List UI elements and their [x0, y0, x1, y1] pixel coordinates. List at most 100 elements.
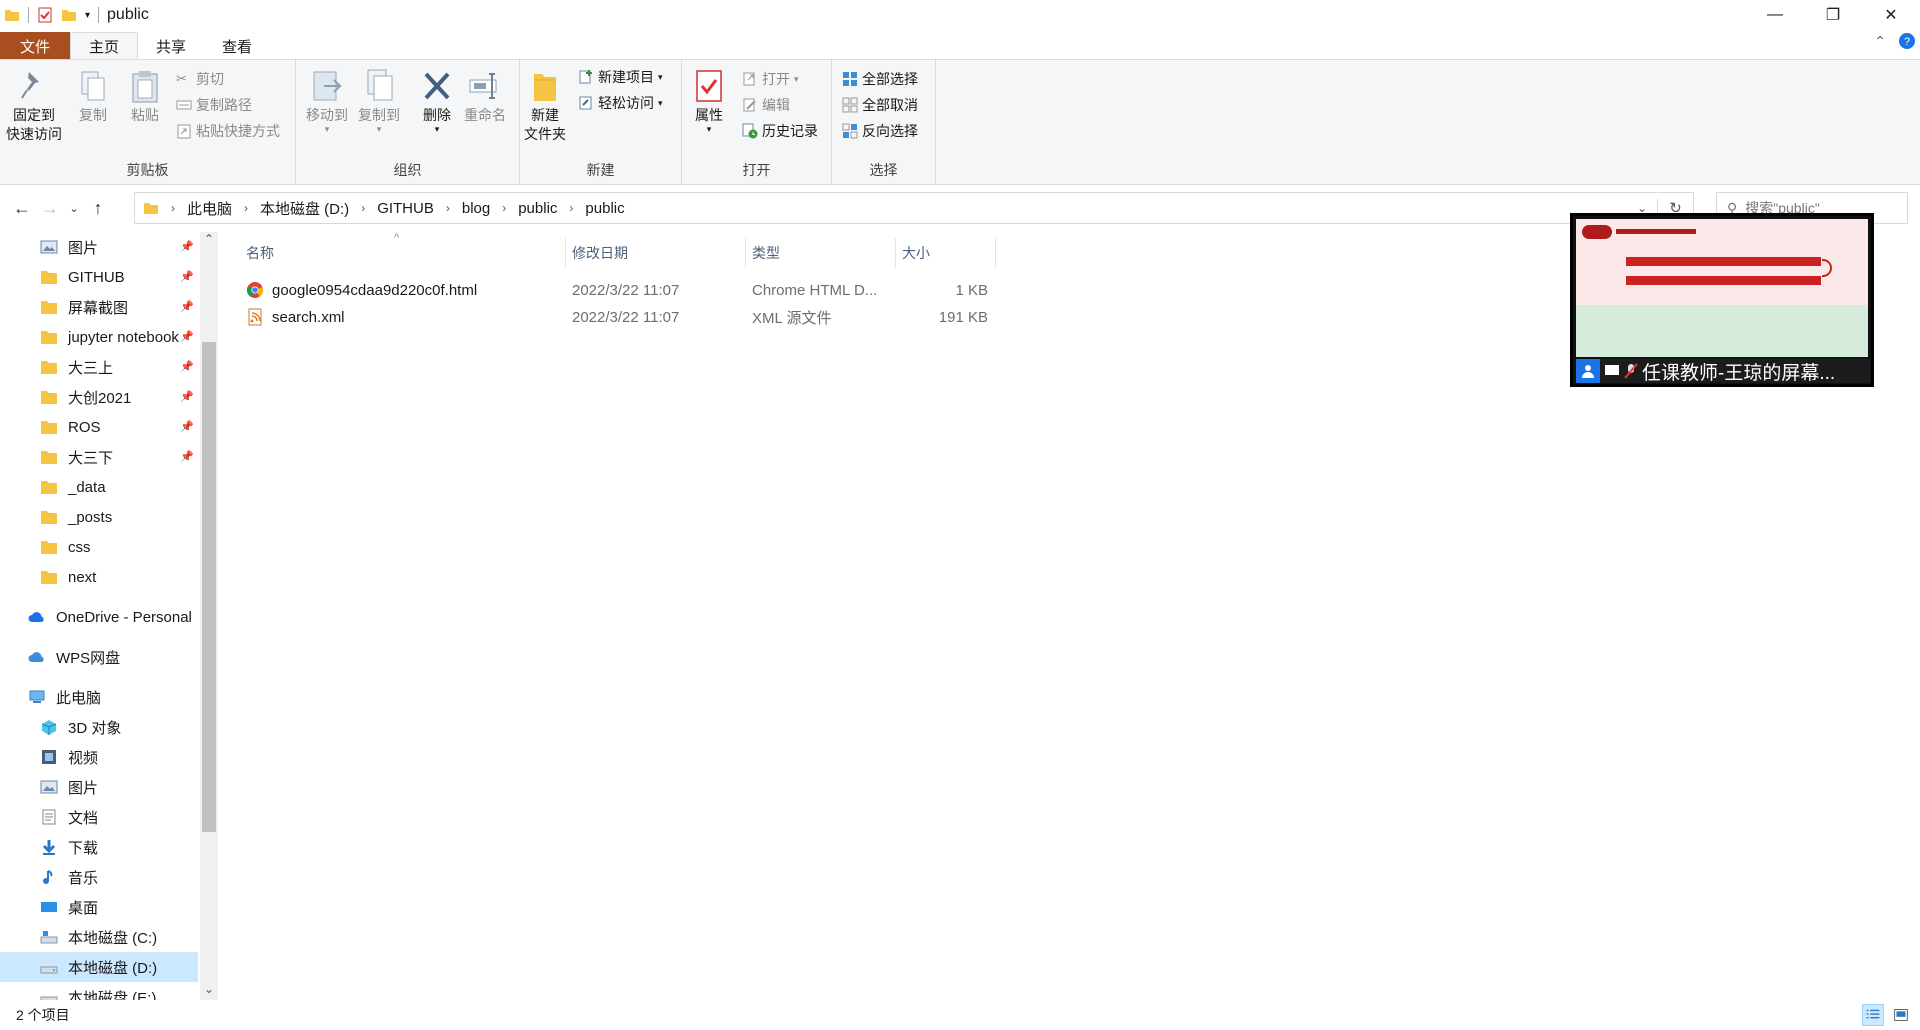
- sidebar-item-wps[interactable]: WPS网盘: [0, 642, 200, 672]
- sidebar-item-css[interactable]: css: [0, 532, 200, 562]
- sidebar-scrollbar[interactable]: ⌃ ⌄: [200, 232, 218, 1000]
- scrollbar-thumb[interactable]: [202, 342, 216, 832]
- collapse-ribbon-icon[interactable]: ⌃: [1874, 33, 1886, 50]
- pin-icon[interactable]: 📌: [180, 240, 194, 253]
- sidebar-item-desktop[interactable]: 桌面: [0, 892, 200, 922]
- pin-icon[interactable]: 📌: [180, 360, 194, 373]
- sidebar-item-documents[interactable]: 文档: [0, 802, 200, 832]
- select-none-button[interactable]: 全部取消: [842, 94, 918, 116]
- pin-icon[interactable]: 📌: [180, 390, 194, 403]
- history-button[interactable]: 历史记录: [742, 120, 818, 142]
- sidebar-item-onedrive[interactable]: OneDrive - Personal: [0, 602, 200, 632]
- properties-button[interactable]: 属性 ▾: [692, 68, 726, 134]
- rename-button[interactable]: 重命名: [464, 68, 506, 125]
- new-item-button[interactable]: 新建项目 ▾: [578, 66, 663, 88]
- pin-icon[interactable]: 📌: [180, 450, 194, 463]
- tab-view[interactable]: 查看: [204, 32, 270, 60]
- details-view-icon[interactable]: [1862, 1004, 1884, 1026]
- sidebar-item-drive-d[interactable]: 本地磁盘 (D:): [0, 952, 198, 982]
- pin-icon[interactable]: 📌: [180, 300, 194, 313]
- breadcrumb-this-pc[interactable]: 此电脑: [187, 198, 232, 219]
- sidebar-item-pictures-pc[interactable]: 图片: [0, 772, 200, 802]
- sidebar-item-label: WPS网盘: [56, 649, 121, 667]
- sidebar-item-label: 本地磁盘 (C:): [68, 929, 158, 947]
- column-header-size[interactable]: 大小: [896, 238, 996, 268]
- column-header-name[interactable]: 名称 ^: [240, 232, 566, 268]
- paste-button[interactable]: 粘贴: [128, 68, 162, 125]
- sidebar-item-jupyter[interactable]: jupyter notebook 📌: [0, 322, 200, 352]
- sidebar-item-junior-1[interactable]: 大三上 📌: [0, 352, 200, 382]
- tab-file[interactable]: 文件: [0, 32, 71, 60]
- breadcrumb-separator-icon[interactable]: ›: [440, 201, 456, 215]
- minimize-button[interactable]: —: [1746, 0, 1804, 30]
- pictures-icon: [40, 780, 58, 794]
- easy-access-button[interactable]: 轻松访问 ▾: [578, 92, 663, 114]
- breadcrumb-blog[interactable]: blog: [462, 200, 490, 217]
- sidebar-item-drive-c[interactable]: 本地磁盘 (C:): [0, 922, 200, 952]
- pin-icon[interactable]: 📌: [180, 420, 194, 433]
- column-header-modified[interactable]: 修改日期: [566, 238, 746, 268]
- breadcrumb-separator-icon[interactable]: ›: [238, 201, 254, 215]
- close-button[interactable]: ✕: [1862, 0, 1920, 30]
- breadcrumb-separator-icon[interactable]: ›: [563, 201, 579, 215]
- new-folder-qat-icon[interactable]: [61, 7, 77, 23]
- new-folder-button[interactable]: 新建 文件夹: [524, 68, 566, 144]
- pin-quick-access-button[interactable]: 固定到 快速访问: [6, 68, 62, 144]
- breadcrumb-drive-d[interactable]: 本地磁盘 (D:): [260, 198, 349, 219]
- large-icons-view-icon[interactable]: [1890, 1004, 1912, 1026]
- tab-share[interactable]: 共享: [138, 32, 204, 60]
- maximize-button[interactable]: ❐: [1804, 0, 1862, 30]
- sidebar-item-ros[interactable]: ROS 📌: [0, 412, 200, 442]
- sidebar-item-this-pc[interactable]: 此电脑: [0, 682, 200, 712]
- sidebar-item-music[interactable]: 音乐: [0, 862, 200, 892]
- sidebar-item-dachuang[interactable]: 大创2021 📌: [0, 382, 200, 412]
- sidebar-item-posts[interactable]: _posts: [0, 502, 200, 532]
- breadcrumb-public[interactable]: public: [518, 200, 557, 217]
- delete-button[interactable]: 删除 ▾: [420, 68, 454, 134]
- select-all-button[interactable]: 全部选择: [842, 68, 918, 90]
- sidebar-item-github[interactable]: GITHUB 📌: [0, 262, 200, 292]
- sidebar-item-pictures[interactable]: 图片 📌: [0, 232, 200, 262]
- copy-path-button[interactable]: 复制路径: [176, 94, 252, 116]
- sidebar-item-videos[interactable]: 视频: [0, 742, 200, 772]
- up-arrow-icon[interactable]: ↑: [84, 198, 112, 219]
- tab-home[interactable]: 主页: [70, 32, 139, 60]
- breadcrumb-separator-icon[interactable]: ›: [165, 201, 181, 215]
- sidebar-item-data[interactable]: _data: [0, 472, 200, 502]
- copy-path-label: 复制路径: [196, 97, 252, 113]
- paste-shortcut-button[interactable]: 粘贴快捷方式: [176, 120, 280, 142]
- open-button[interactable]: 打开 ▾: [742, 68, 799, 90]
- sidebar-item-screenshots[interactable]: 屏幕截图 📌: [0, 292, 200, 322]
- sidebar-item-downloads[interactable]: 下载: [0, 832, 200, 862]
- recent-locations-icon[interactable]: ⌄: [64, 202, 84, 215]
- forward-arrow-icon[interactable]: →: [36, 198, 64, 219]
- move-to-button[interactable]: 移动到 ▾: [306, 68, 348, 134]
- file-row[interactable]: search.xml 2022/3/22 11:07 XML 源文件 191 K…: [240, 304, 996, 330]
- screen-share-preview[interactable]: 任课教师-王琼的屏幕...: [1570, 213, 1874, 387]
- sidebar-item-3d-objects[interactable]: 3D 对象: [0, 712, 200, 742]
- folder-icon: [41, 391, 57, 404]
- cut-button[interactable]: ✂ 剪切: [176, 68, 224, 90]
- scroll-up-arrow-icon[interactable]: ⌃: [200, 232, 218, 250]
- scroll-down-arrow-icon[interactable]: ⌄: [200, 982, 218, 1000]
- breadcrumb-github[interactable]: GITHUB: [377, 200, 434, 217]
- address-bar[interactable]: › 此电脑 › 本地磁盘 (D:) › GITHUB › blog › publ…: [134, 192, 1694, 224]
- sidebar-item-next[interactable]: next: [0, 562, 200, 592]
- invert-selection-button[interactable]: 反向选择: [842, 120, 918, 142]
- properties-check-icon[interactable]: [37, 7, 53, 23]
- file-row[interactable]: google0954cdaa9d220c0f.html 2022/3/22 11…: [240, 277, 996, 303]
- breadcrumb-separator-icon[interactable]: ›: [496, 201, 512, 215]
- copy-button[interactable]: 复制: [76, 68, 110, 125]
- pin-icon[interactable]: 📌: [180, 270, 194, 283]
- pin-icon[interactable]: 📌: [180, 330, 194, 343]
- sidebar-item-drive-e[interactable]: 本地磁盘 (E:): [0, 982, 200, 1000]
- qat-dropdown-icon[interactable]: ▾: [85, 10, 90, 21]
- edit-button[interactable]: 编辑: [742, 94, 790, 116]
- column-header-type[interactable]: 类型: [746, 238, 896, 268]
- help-icon[interactable]: ?: [1898, 32, 1916, 50]
- breadcrumb-public-current[interactable]: public: [585, 200, 624, 217]
- copy-to-button[interactable]: 复制到 ▾: [358, 68, 400, 134]
- back-arrow-icon[interactable]: ←: [8, 198, 36, 219]
- sidebar-item-junior-2[interactable]: 大三下 📌: [0, 442, 200, 472]
- breadcrumb-separator-icon[interactable]: ›: [355, 201, 371, 215]
